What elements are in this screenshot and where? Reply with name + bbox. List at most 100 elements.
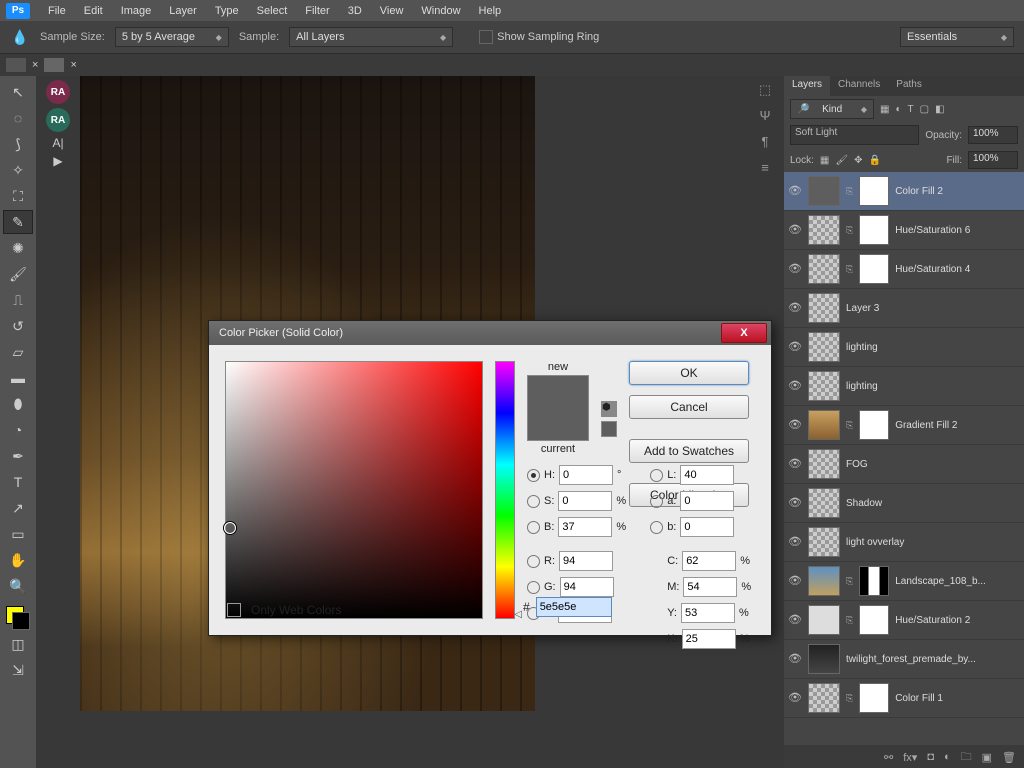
type-cursor-icon[interactable]: A| (52, 136, 63, 150)
visibility-icon[interactable]: 👁 (788, 223, 802, 237)
cancel-button[interactable]: Cancel (629, 395, 749, 419)
close-button[interactable]: X (721, 323, 767, 343)
link-icon[interactable]: ⎘ (846, 576, 853, 587)
layer-row[interactable]: 👁 twilight_forest_premade_by... (784, 640, 1024, 679)
layer-row[interactable]: 👁light ovverlay (784, 523, 1024, 562)
layer-thumbnail[interactable] (808, 488, 840, 518)
layer-thumbnail[interactable] (808, 644, 840, 674)
menu-file[interactable]: File (40, 3, 74, 19)
g-field[interactable] (560, 577, 614, 597)
layer-row[interactable]: 👁⎘Color Fill 1 (784, 679, 1024, 718)
mask-icon[interactable]: ◘ (927, 751, 934, 763)
menu-type[interactable]: Type (207, 3, 247, 19)
layer-name[interactable]: twilight_forest_premade_by... (846, 654, 1020, 665)
a-radio[interactable] (650, 495, 663, 508)
tab-close-icon[interactable]: × (32, 59, 38, 71)
fill-field[interactable]: 100% (968, 151, 1018, 169)
layer-row[interactable]: 👁⎘Hue/Saturation 2 (784, 601, 1024, 640)
filter-smart-icon[interactable]: ◧ (935, 104, 944, 115)
checkbox-icon[interactable] (227, 603, 241, 617)
layer-name[interactable]: Hue/Saturation 2 (895, 615, 1020, 626)
visibility-icon[interactable]: 👁 (788, 301, 802, 315)
color-saturation-box[interactable] (225, 361, 483, 619)
play-icon[interactable]: ▶ (53, 154, 62, 168)
menu-help[interactable]: Help (471, 3, 510, 19)
marquee-tool[interactable]: ◌ (3, 106, 33, 130)
checkbox-icon[interactable] (479, 30, 493, 44)
history-snapshot[interactable]: RA (46, 108, 70, 132)
tab-channels[interactable]: Channels (830, 76, 888, 96)
r-radio[interactable] (527, 555, 540, 568)
menu-select[interactable]: Select (249, 3, 296, 19)
dodge-tool[interactable]: ◔ (3, 418, 33, 442)
layer-thumbnail[interactable] (808, 683, 840, 713)
labb-field[interactable] (680, 517, 734, 537)
layer-mask-thumbnail[interactable] (859, 410, 889, 440)
delete-icon[interactable]: 🗑 (1002, 751, 1016, 764)
layer-thumbnail[interactable] (808, 293, 840, 323)
link-icon[interactable]: ⎘ (846, 225, 853, 236)
websafe-warning-icon[interactable] (601, 421, 617, 437)
layer-mask-thumbnail[interactable] (859, 566, 889, 596)
blend-mode-dropdown[interactable]: Soft Light (790, 125, 919, 145)
panel-icon[interactable]: Ψ (756, 108, 774, 126)
layer-name[interactable]: FOG (846, 459, 1020, 470)
c-field[interactable] (682, 551, 736, 571)
y-field[interactable] (681, 603, 735, 623)
tab-layers[interactable]: Layers (784, 76, 830, 96)
layer-thumbnail[interactable] (808, 527, 840, 557)
menu-edit[interactable]: Edit (76, 3, 111, 19)
visibility-icon[interactable]: 👁 (788, 262, 802, 276)
l-field[interactable] (680, 465, 734, 485)
layer-mask-thumbnail[interactable] (859, 605, 889, 635)
layer-thumbnail[interactable] (808, 332, 840, 362)
lasso-tool[interactable]: ⟆ (3, 132, 33, 156)
visibility-icon[interactable]: 👁 (788, 535, 802, 549)
visibility-icon[interactable]: 👁 (788, 457, 802, 471)
layer-thumbnail[interactable] (808, 449, 840, 479)
g-radio[interactable] (527, 581, 540, 594)
history-snapshot[interactable]: RA (46, 80, 70, 104)
visibility-icon[interactable]: 👁 (788, 574, 802, 588)
lock-move-icon[interactable]: ✥ (854, 155, 862, 166)
menu-3d[interactable]: 3D (340, 3, 370, 19)
s-field[interactable] (558, 491, 612, 511)
lock-all-icon[interactable]: 🔒 (868, 155, 880, 166)
menu-view[interactable]: View (372, 3, 412, 19)
move-tool[interactable]: ↖ (3, 80, 33, 104)
ok-button[interactable]: OK (629, 361, 749, 385)
gamut-warning-icon[interactable]: ⬢ (601, 401, 617, 417)
hue-slider[interactable]: ◁ (495, 361, 515, 619)
link-icon[interactable]: ⎘ (846, 615, 853, 626)
tab-paths[interactable]: Paths (888, 76, 930, 96)
visibility-icon[interactable]: 👁 (788, 652, 802, 666)
filter-kind-dropdown[interactable]: 🔎Kind◆ (790, 99, 874, 119)
layer-name[interactable]: Color Fill 2 (895, 186, 1020, 197)
layer-thumbnail[interactable] (808, 566, 840, 596)
quickmask-icon[interactable]: ◫ (3, 632, 33, 656)
menu-filter[interactable]: Filter (297, 3, 337, 19)
history-brush-tool[interactable]: ↺ (3, 314, 33, 338)
eyedropper-tool[interactable]: ✎ (3, 210, 33, 234)
layer-mask-thumbnail[interactable] (859, 683, 889, 713)
bri-radio[interactable] (527, 521, 540, 534)
layer-name[interactable]: Color Fill 1 (895, 693, 1020, 704)
link-icon[interactable]: ⎘ (846, 186, 853, 197)
lock-brush-icon[interactable]: 🖌 (835, 155, 848, 166)
b-field[interactable] (558, 517, 612, 537)
stamp-tool[interactable]: ⎍ (3, 288, 33, 312)
show-sampling-ring[interactable]: Show Sampling Ring (479, 30, 599, 44)
fx-icon[interactable]: fx▾ (903, 751, 917, 764)
k-field[interactable] (682, 629, 736, 649)
color-swatch[interactable] (6, 606, 30, 630)
layer-row[interactable]: 👁Layer 3 (784, 289, 1024, 328)
lab-b-radio[interactable] (650, 521, 663, 534)
hand-tool[interactable]: ✋ (3, 548, 33, 572)
layer-row[interactable]: 👁 FOG (784, 445, 1024, 484)
add-swatches-button[interactable]: Add to Swatches (629, 439, 749, 463)
layer-mask-thumbnail[interactable] (859, 215, 889, 245)
menu-layer[interactable]: Layer (161, 3, 205, 19)
hex-field[interactable] (536, 597, 612, 617)
panel-icon[interactable]: ⬚ (756, 82, 774, 100)
crop-tool[interactable]: ⛶ (3, 184, 33, 208)
